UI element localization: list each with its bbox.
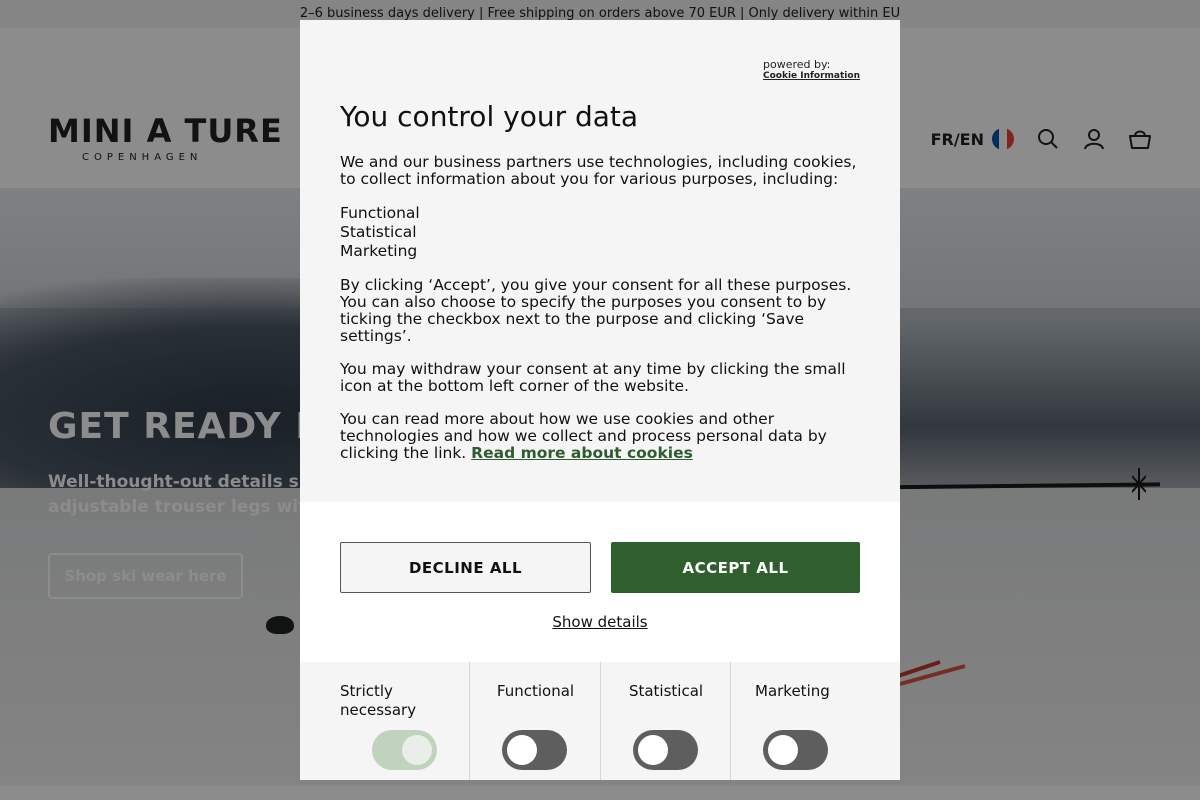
strictly-necessary-toggle — [372, 730, 437, 770]
purpose-toggles: Strictly necessary Functional Statistica… — [300, 662, 900, 780]
consent-actions: DECLINE ALL ACCEPT ALL Show details — [300, 502, 900, 662]
toggle-knob — [507, 735, 537, 765]
purpose-item: Marketing — [340, 242, 418, 260]
toggle-knob — [768, 735, 798, 765]
toggle-knob — [638, 735, 668, 765]
decline-all-button[interactable]: DECLINE ALL — [340, 542, 591, 593]
cookie-information-logo[interactable]: Cookie Information — [763, 71, 860, 81]
intro-text: We and our business partners use technol… — [340, 153, 857, 188]
show-details-link[interactable]: Show details — [300, 613, 900, 631]
modal-body: We and our business partners use technol… — [340, 154, 860, 478]
purpose-label: Marketing — [755, 682, 830, 700]
purpose-statistical: Statistical — [601, 662, 731, 780]
marketing-toggle[interactable] — [763, 730, 828, 770]
cookie-consent-modal: powered by: Cookie Information You contr… — [300, 20, 900, 780]
purpose-label: Strictly necessary — [340, 682, 417, 719]
modal-title: You control your data — [340, 100, 639, 133]
withdraw-text: You may withdraw your consent at any tim… — [340, 360, 846, 395]
purpose-item: Statistical — [340, 223, 417, 241]
powered-by-label: powered by: — [762, 58, 831, 71]
accept-all-button[interactable]: ACCEPT ALL — [611, 542, 860, 593]
functional-toggle[interactable] — [502, 730, 567, 770]
purposes-list: Functional Statistical Marketing — [340, 204, 860, 261]
purpose-label: Functional — [496, 682, 575, 700]
read-more-link[interactable]: Read more about cookies — [471, 444, 693, 462]
purpose-marketing: Marketing — [731, 662, 900, 780]
consent-text: By clicking ‘Accept’, you give your cons… — [340, 276, 852, 345]
purpose-item: Functional — [340, 204, 420, 222]
statistical-toggle[interactable] — [633, 730, 698, 770]
read-more-paragraph: You can read more about how we use cooki… — [340, 411, 860, 462]
purpose-functional: Functional — [470, 662, 601, 780]
purpose-strictly-necessary: Strictly necessary — [300, 662, 470, 780]
toggle-knob — [402, 735, 432, 765]
purpose-label: Statistical — [628, 682, 704, 700]
powered-by: powered by: Cookie Information — [763, 58, 860, 81]
